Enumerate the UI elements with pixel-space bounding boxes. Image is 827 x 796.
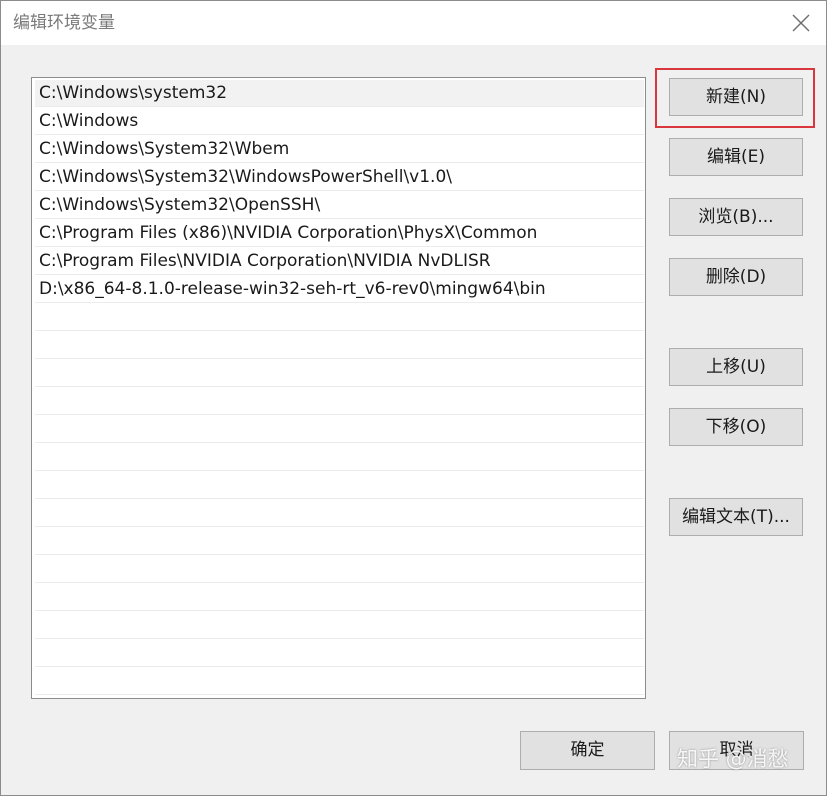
list-item-empty[interactable] (35, 444, 644, 471)
list-item[interactable]: C:\Windows\System32\Wbem (35, 136, 644, 163)
list-item[interactable]: C:\Windows (35, 108, 644, 135)
list-item-empty[interactable] (35, 416, 644, 443)
list-item-empty[interactable] (35, 332, 644, 359)
title-bar: 编辑环境变量 (1, 1, 826, 45)
list-item-empty[interactable] (35, 472, 644, 499)
list-item[interactable]: C:\Windows\system32 (35, 80, 644, 107)
list-item-empty[interactable] (35, 360, 644, 387)
close-button[interactable] (790, 12, 812, 34)
list-item-empty[interactable] (35, 668, 644, 695)
delete-button[interactable]: 删除(D) (669, 258, 803, 296)
new-button-highlight (655, 68, 815, 128)
edit-text-button[interactable]: 编辑文本(T)... (669, 498, 803, 536)
edit-button[interactable]: 编辑(E) (669, 138, 803, 176)
watermark: 知乎 @消愁 (677, 747, 789, 771)
list-item-empty[interactable] (35, 556, 644, 583)
list-item[interactable]: C:\Program Files\NVIDIA Corporation\NVID… (35, 248, 644, 275)
window-title: 编辑环境变量 (13, 13, 115, 33)
list-item[interactable]: C:\Windows\System32\WindowsPowerShell\v1… (35, 164, 644, 191)
edit-environment-variable-dialog: 编辑环境变量 C:\Windows\system32 C:\Windows C:… (0, 0, 827, 796)
move-up-button[interactable]: 上移(U) (669, 348, 803, 386)
list-item-empty[interactable] (35, 528, 644, 555)
list-item-empty[interactable] (35, 500, 644, 527)
list-item-empty[interactable] (35, 388, 644, 415)
ok-button[interactable]: 确定 (520, 731, 655, 770)
list-item[interactable]: C:\Program Files (x86)\NVIDIA Corporatio… (35, 220, 644, 247)
list-item-empty[interactable] (35, 612, 644, 639)
move-down-button[interactable]: 下移(O) (669, 408, 803, 446)
close-icon (792, 14, 810, 32)
list-item-empty[interactable] (35, 304, 644, 331)
list-item-empty[interactable] (35, 640, 644, 667)
list-item-empty[interactable] (35, 584, 644, 611)
list-item[interactable]: D:\x86_64-8.1.0-release-win32-seh-rt_v6-… (35, 276, 644, 303)
path-list[interactable]: C:\Windows\system32 C:\Windows C:\Window… (31, 77, 646, 699)
list-item[interactable]: C:\Windows\System32\OpenSSH\ (35, 192, 644, 219)
browse-button[interactable]: 浏览(B)... (669, 198, 803, 236)
